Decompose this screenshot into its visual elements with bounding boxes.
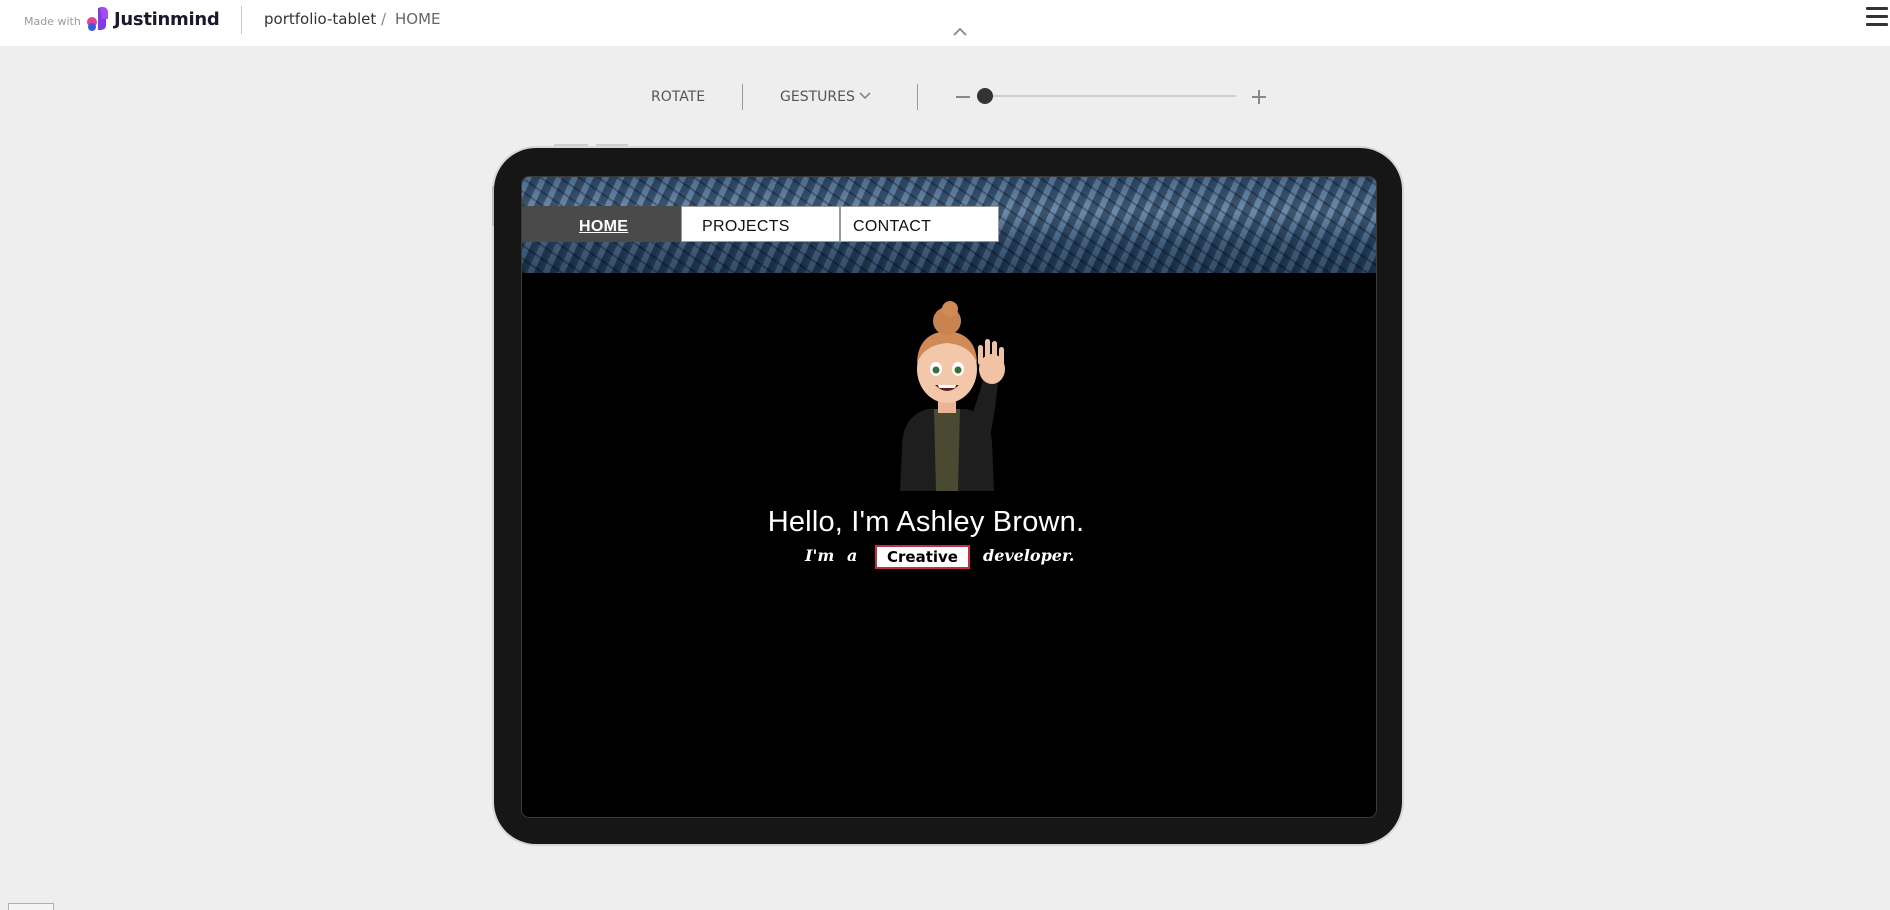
device-side-button <box>492 186 494 226</box>
tagline-developer: developer. <box>983 546 1075 565</box>
tagline-im: I'm <box>805 546 835 565</box>
nav-contact-label: CONTACT <box>853 218 932 235</box>
top-bar: Made with Justinmind portfolio-tablet / … <box>0 0 1890 46</box>
chevron-down-icon[interactable] <box>858 91 872 101</box>
gestures-dropdown[interactable]: GESTURES <box>780 89 855 105</box>
nav-contact[interactable]: CONTACT <box>840 206 999 242</box>
rotate-button[interactable]: ROTATE <box>651 89 705 105</box>
justinmind-logo-icon[interactable] <box>86 5 110 31</box>
prototype-screen: HOME PROJECTS CONTACT Hello, I'm Ashley … <box>521 176 1377 818</box>
nav-home[interactable]: HOME <box>522 206 681 242</box>
avatar-waving-image <box>900 301 1005 491</box>
zoom-plus-icon[interactable] <box>1252 90 1266 104</box>
nav-home-label: HOME <box>579 218 629 235</box>
made-with-label: Made with <box>24 15 81 28</box>
greeting-heading: Hello, I'm Ashley Brown. <box>767 506 1085 538</box>
tagline-a: a <box>847 546 858 565</box>
tagline-highlight-word[interactable]: Creative <box>875 545 970 569</box>
zoom-slider-track[interactable] <box>980 95 1236 97</box>
nav-projects-label: PROJECTS <box>702 218 790 235</box>
breadcrumb-page: HOME <box>395 10 441 28</box>
brand-name[interactable]: Justinmind <box>114 9 220 30</box>
chevron-up-icon[interactable] <box>952 26 968 38</box>
breadcrumb-separator: / <box>381 10 387 28</box>
zoom-minus-icon[interactable] <box>956 96 970 98</box>
main-nav: HOME PROJECTS CONTACT <box>522 206 999 243</box>
hamburger-menu-icon[interactable] <box>1866 7 1888 27</box>
toolbar-divider <box>917 84 918 110</box>
header-divider <box>241 6 242 34</box>
zoom-slider-handle[interactable] <box>977 88 993 104</box>
breadcrumb-project[interactable]: portfolio-tablet <box>264 10 376 28</box>
toolbar-divider <box>742 84 743 110</box>
nav-projects[interactable]: PROJECTS <box>681 206 840 242</box>
